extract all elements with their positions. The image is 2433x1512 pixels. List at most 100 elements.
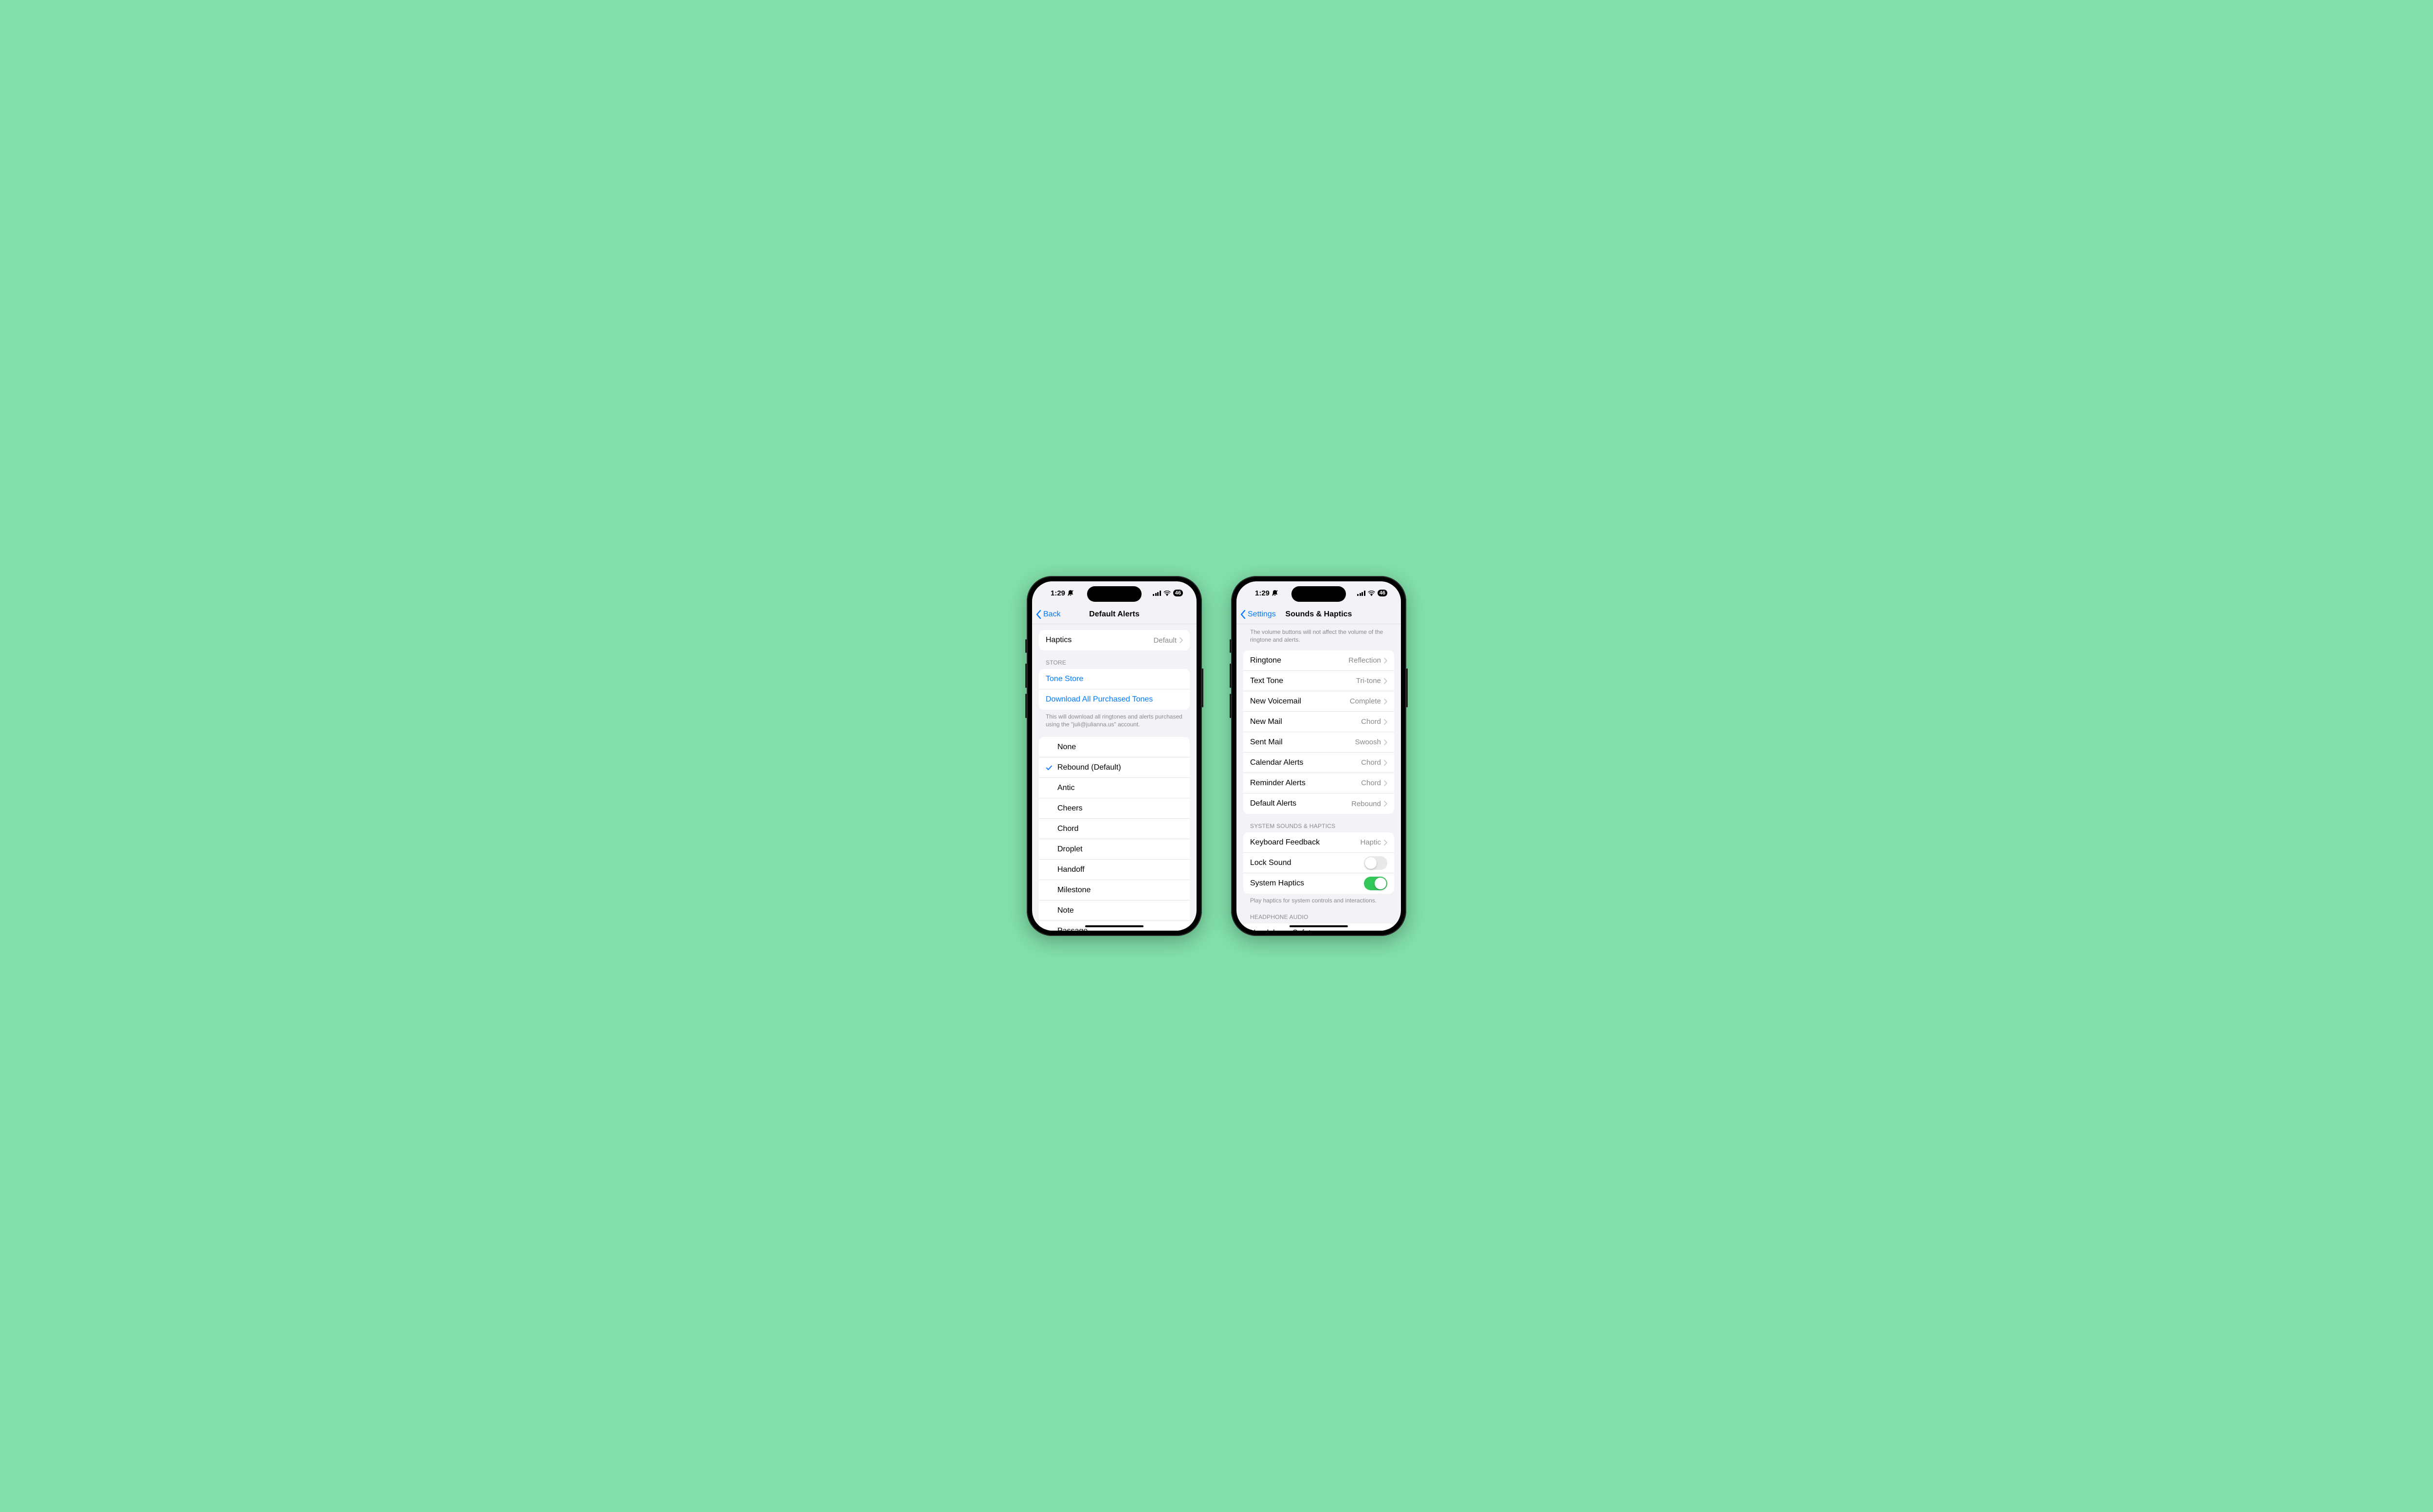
page-title: Sounds & Haptics (1286, 610, 1352, 619)
haptics-row[interactable]: Haptics Default (1039, 630, 1190, 650)
row-label: Sent Mail (1250, 738, 1355, 747)
row-value: Chord (1361, 779, 1381, 787)
row-value: Tri-tone (1356, 677, 1381, 685)
row-value: Complete (1350, 697, 1381, 705)
home-indicator[interactable] (1289, 925, 1348, 927)
chevron-right-icon (1384, 739, 1387, 745)
row-value: Rebound (1351, 800, 1381, 808)
sound-row[interactable]: New VoicemailComplete (1243, 691, 1394, 712)
sound-row[interactable]: Default AlertsRebound (1243, 793, 1394, 814)
side-button (1025, 664, 1027, 688)
row-label: Lock Sound (1250, 859, 1364, 867)
tone-row[interactable]: Chord (1039, 819, 1190, 839)
sound-row[interactable]: Text ToneTri-tone (1243, 671, 1394, 691)
chevron-right-icon (1384, 699, 1387, 704)
tone-row[interactable]: Antic (1039, 778, 1190, 798)
chevron-right-icon (1384, 719, 1387, 725)
row-label: Headphone Safety (1250, 929, 1384, 931)
tone-label: Handoff (1057, 865, 1183, 874)
chevron-right-icon (1384, 678, 1387, 684)
chevron-right-icon (1384, 658, 1387, 664)
row-label: Download All Purchased Tones (1046, 695, 1183, 704)
wifi-icon (1368, 591, 1375, 596)
battery-indicator: 46 (1173, 590, 1183, 596)
back-button[interactable]: Settings (1240, 610, 1276, 619)
silent-mode-icon (1067, 590, 1074, 596)
sound-row[interactable]: Sent MailSwoosh (1243, 732, 1394, 753)
row-label: Keyboard Feedback (1250, 838, 1360, 847)
chevron-right-icon (1384, 930, 1387, 931)
row-label: Reminder Alerts (1250, 779, 1361, 788)
side-button (1025, 694, 1027, 718)
download-tones-row[interactable]: Download All Purchased Tones (1039, 689, 1190, 710)
cellular-icon (1357, 591, 1365, 596)
row-value: Haptic (1360, 838, 1381, 846)
page-title: Default Alerts (1089, 610, 1139, 619)
system-group: Keyboard Feedback Haptic Lock Sound Syst… (1243, 832, 1394, 894)
row-value: Chord (1361, 718, 1381, 726)
store-group: Tone Store Download All Purchased Tones (1039, 669, 1190, 710)
wifi-icon (1163, 591, 1171, 596)
status-time: 1:29 (1255, 589, 1270, 597)
chevron-left-icon (1036, 610, 1042, 619)
row-label: Haptics (1046, 636, 1153, 645)
battery-indicator: 46 (1378, 590, 1387, 596)
tone-label: Cheers (1057, 804, 1183, 813)
side-button (1230, 664, 1231, 688)
tone-row[interactable]: Droplet (1039, 839, 1190, 860)
dynamic-island (1087, 586, 1142, 602)
headphone-header: HEADPHONE AUDIO (1236, 905, 1401, 923)
tone-row[interactable]: Rebound (Default) (1039, 757, 1190, 778)
tone-label: Passage (1057, 927, 1183, 931)
side-button (1406, 668, 1408, 707)
tone-row[interactable]: Milestone (1039, 880, 1190, 900)
side-button (1230, 694, 1231, 718)
chevron-right-icon (1384, 760, 1387, 766)
dynamic-island (1291, 586, 1346, 602)
tone-store-row[interactable]: Tone Store (1039, 669, 1190, 689)
row-label: Ringtone (1250, 656, 1348, 665)
store-header: STORE (1032, 650, 1197, 669)
chevron-right-icon (1384, 801, 1387, 807)
chevron-right-icon (1384, 840, 1387, 846)
tone-label: Droplet (1057, 845, 1183, 854)
checkmark-icon (1044, 764, 1054, 771)
system-haptics-toggle[interactable] (1364, 877, 1387, 890)
system-header: SYSTEM SOUNDS & HAPTICS (1236, 814, 1401, 832)
tone-row[interactable]: Note (1039, 900, 1190, 921)
side-button (1230, 639, 1231, 653)
nav-bar: Settings Sounds & Haptics (1236, 605, 1401, 624)
tone-label: Antic (1057, 784, 1183, 792)
back-button[interactable]: Back (1036, 610, 1061, 619)
chevron-right-icon (1180, 637, 1183, 643)
side-button (1025, 639, 1027, 653)
phone-left: 1:29 46 Back Default Alerts Haptics Defa… (1027, 576, 1202, 936)
tone-row[interactable]: Handoff (1039, 860, 1190, 880)
row-value: Swoosh (1355, 738, 1381, 746)
row-label: New Mail (1250, 718, 1361, 726)
tone-row[interactable]: Cheers (1039, 798, 1190, 819)
system-footer: Play haptics for system controls and int… (1236, 894, 1401, 904)
tone-row[interactable]: None (1039, 737, 1190, 757)
keyboard-feedback-row[interactable]: Keyboard Feedback Haptic (1243, 832, 1394, 853)
lock-sound-toggle[interactable] (1364, 856, 1387, 870)
phone-right: 1:29 46 Settings Sounds & Haptics The vo… (1231, 576, 1406, 936)
nav-bar: Back Default Alerts (1032, 605, 1197, 624)
row-label: Default Alerts (1250, 799, 1351, 808)
cellular-icon (1153, 591, 1161, 596)
sound-row[interactable]: RingtoneReflection (1243, 650, 1394, 671)
home-indicator[interactable] (1085, 925, 1144, 927)
row-value: Default (1153, 636, 1177, 645)
sound-row[interactable]: New MailChord (1243, 712, 1394, 732)
row-value: Chord (1361, 758, 1381, 767)
tone-label: Rebound (Default) (1057, 763, 1183, 772)
lock-sound-row: Lock Sound (1243, 853, 1394, 873)
side-button (1202, 668, 1203, 707)
sound-row[interactable]: Calendar AlertsChord (1243, 753, 1394, 773)
sound-row[interactable]: Reminder AlertsChord (1243, 773, 1394, 793)
tone-label: None (1057, 743, 1183, 752)
row-label: Tone Store (1046, 675, 1183, 684)
silent-mode-icon (1271, 590, 1278, 596)
sounds-list: RingtoneReflectionText ToneTri-toneNew V… (1243, 650, 1394, 814)
haptics-group: Haptics Default (1039, 630, 1190, 650)
